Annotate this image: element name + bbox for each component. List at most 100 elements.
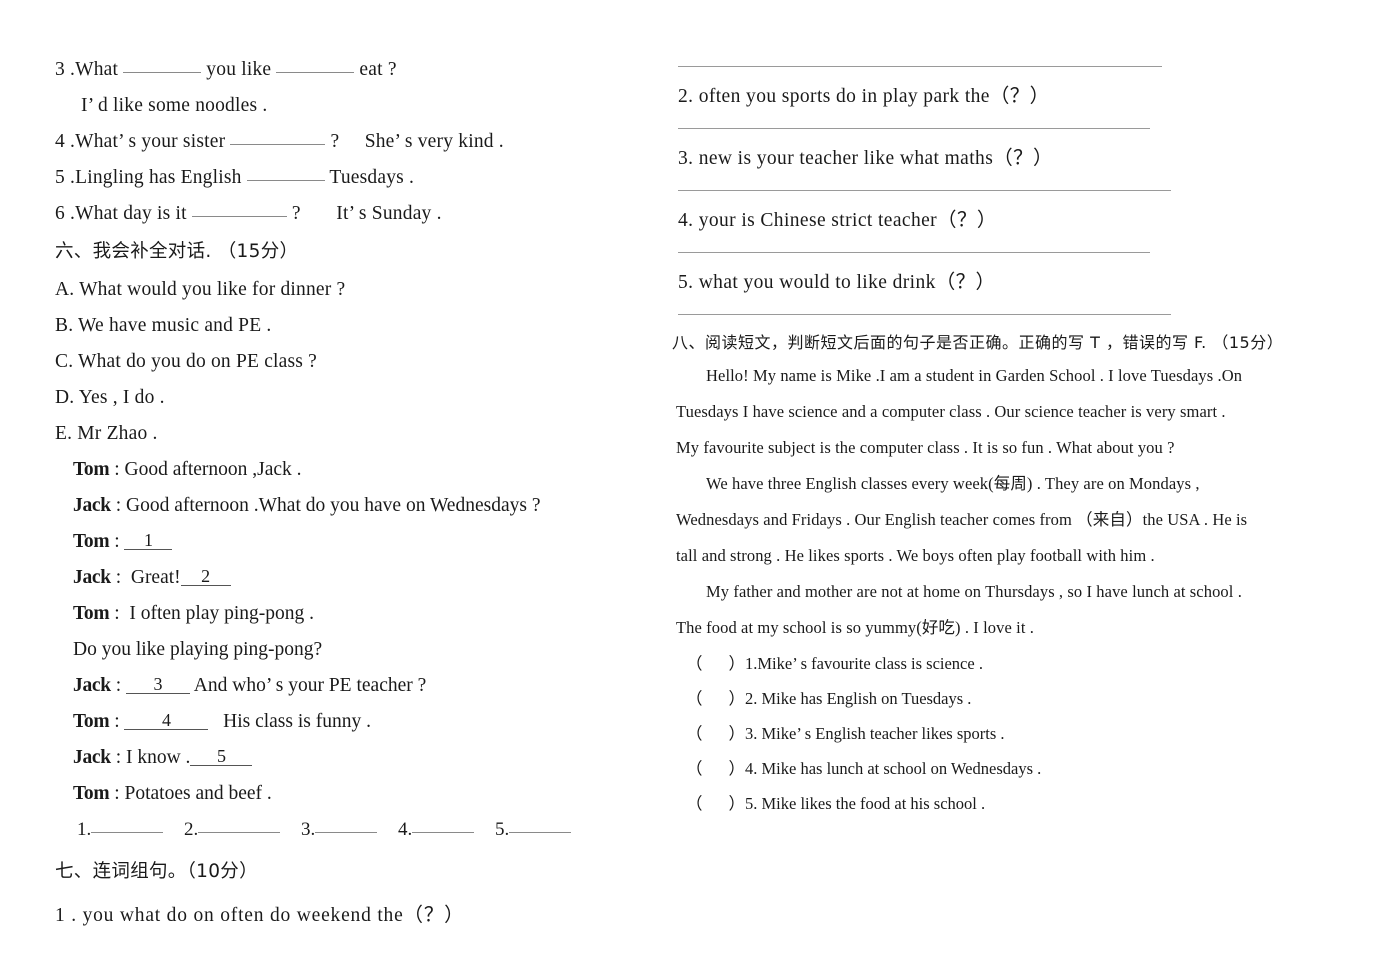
dialogue-answer-row: 1. 2. 3. 4. 5. xyxy=(55,812,650,848)
dialogue-speaker: Tom xyxy=(73,783,110,804)
item-6-text-after: ? xyxy=(291,203,301,224)
tf-close-paren: ） xyxy=(728,724,746,743)
dialogue-speaker: Tom xyxy=(73,459,110,480)
dialogue-blank-4[interactable]: 4 xyxy=(124,711,209,730)
answer-slot-label: 1. xyxy=(77,819,92,840)
answer-slot-label: 2. xyxy=(184,819,199,840)
dialogue-text: Good afternoon .What do you have on Wedn… xyxy=(125,495,541,516)
passage-line: My father and mother are not at home on … xyxy=(706,582,1242,601)
tf-statement: 5. Mike likes the food at his school . xyxy=(745,794,986,813)
word-order-item-3: 3. new is your teacher like what maths（？… xyxy=(678,148,1053,169)
dialogue-blank-5[interactable]: 5 xyxy=(190,747,253,766)
dialogue-blank-2[interactable]: 2 xyxy=(180,567,231,586)
dialogue-text: Do you like playing ping-pong? xyxy=(73,639,323,660)
section-six-option-e: E. Mr Zhao . xyxy=(55,423,158,444)
dialogue-text: And who’ s your PE teacher ? xyxy=(193,675,427,696)
dialogue-speaker: Jack xyxy=(73,567,111,588)
dialogue-colon: : xyxy=(114,531,120,552)
passage-line: My favourite subject is the computer cla… xyxy=(676,438,1175,457)
answer-slot-1[interactable] xyxy=(91,818,164,833)
answer-rule-1[interactable] xyxy=(678,66,1162,67)
dialogue-speaker: Tom xyxy=(73,603,110,624)
dialogue-blank-3[interactable]: 3 xyxy=(125,675,190,694)
passage-line: Wednesdays and Fridays . Our English tea… xyxy=(676,510,1248,529)
item-6-text-before: 6 .What day is it xyxy=(55,203,187,224)
dialogue-speaker: Jack xyxy=(73,747,111,768)
word-order-item-2: 2. often you sports do in play park the（… xyxy=(678,86,1050,107)
fill-in-item-3: 3 .What you like eat ? xyxy=(55,52,650,88)
right-column: 2. often you sports do in play park the（… xyxy=(660,52,1376,821)
section-six-option-c: C. What do you do on PE class ? xyxy=(55,351,318,372)
dialogue-text: I know . xyxy=(125,747,191,768)
passage-line: Hello! My name is Mike .I am a student i… xyxy=(706,366,1243,385)
dialogue-line: Tom : I often play ping-pong . xyxy=(55,596,650,632)
passage-line: Tuesdays I have science and a computer c… xyxy=(676,402,1226,421)
item-4-blank[interactable] xyxy=(230,130,326,145)
tf-close-paren: ） xyxy=(728,654,746,673)
item-6-blank[interactable] xyxy=(191,202,287,217)
word-order-item-5: 5. what you would to like drink（？） xyxy=(678,272,996,293)
item-5-text-before: 5 .Lingling has English xyxy=(55,167,242,188)
tf-statement: 4. Mike has lunch at school on Wednesday… xyxy=(745,759,1042,778)
tf-statement: 1.Mike’ s favourite class is science . xyxy=(745,654,983,673)
dialogue-colon: : xyxy=(115,567,122,588)
dialogue-speaker: Tom xyxy=(73,711,110,732)
tf-open-paren: （ xyxy=(686,724,703,743)
dialogue-colon: : xyxy=(114,459,120,480)
tf-close-paren: ） xyxy=(728,794,746,813)
answer-rule-2[interactable] xyxy=(678,128,1150,129)
true-false-item: （ ）4. Mike has lunch at school on Wednesd… xyxy=(668,751,1316,786)
answer-slot-4[interactable] xyxy=(412,818,475,833)
tf-open-paren: （ xyxy=(686,689,703,708)
exam-worksheet-page: 3 .What you like eat ? I’ d like some no… xyxy=(0,0,1376,971)
item-3-blank-2[interactable] xyxy=(276,58,355,73)
true-false-item: （ ）3. Mike’ s English teacher likes sport… xyxy=(668,716,1316,751)
dialogue-speaker: Tom xyxy=(73,531,110,552)
dialogue-line: Tom : Potatoes and beef . xyxy=(55,776,650,812)
item-5-blank[interactable] xyxy=(246,166,325,181)
item-4-response: She’ s very kind . xyxy=(364,131,504,152)
item-3-part-1: 3 .What xyxy=(55,59,119,80)
dialogue-line-continuation: Do you like playing ping-pong? xyxy=(55,632,650,668)
word-order-item-4: 4. your is Chinese strict teacher（？） xyxy=(678,210,997,231)
section-six-heading: 六、我会补全对话. （15分） xyxy=(55,241,299,262)
answer-slot-5[interactable] xyxy=(509,818,572,833)
item-3-blank-1[interactable] xyxy=(123,58,202,73)
dialogue-colon: : xyxy=(114,711,120,732)
reading-passage: Hello! My name is Mike .I am a student i… xyxy=(668,358,1316,646)
dialogue-text: Great! xyxy=(130,567,181,588)
tf-statement: 2. Mike has English on Tuesdays . xyxy=(745,689,972,708)
tf-statement: 3. Mike’ s English teacher likes sports … xyxy=(745,724,1005,743)
item-4-text-before: 4 .What’ s your sister xyxy=(55,131,226,152)
true-false-item: （ ）5. Mike likes the food at his school . xyxy=(668,786,1316,821)
dialogue-blank-1[interactable]: 1 xyxy=(124,531,173,550)
passage-line: tall and strong . He likes sports . We b… xyxy=(676,546,1155,565)
dialogue-line: Jack : I know .5 xyxy=(55,740,650,776)
left-column: 3 .What you like eat ? I’ d like some no… xyxy=(0,52,660,934)
tf-open-paren: （ xyxy=(686,794,703,813)
true-false-item: （ ）1.Mike’ s favourite class is science . xyxy=(668,646,1316,681)
answer-slot-2[interactable] xyxy=(198,818,281,833)
item-4-text-after: ? xyxy=(330,131,340,152)
dialogue-speaker: Jack xyxy=(73,495,111,516)
true-false-item: （ ）2. Mike has English on Tuesdays . xyxy=(668,681,1316,716)
tf-close-paren: ） xyxy=(728,689,746,708)
word-order-item-1: 1 . you what do on often do weekend the（… xyxy=(55,905,465,926)
item-3-answer: I’ d like some noodles . xyxy=(81,95,268,116)
answer-rule-5[interactable] xyxy=(678,314,1171,315)
answer-rule-3[interactable] xyxy=(678,190,1171,191)
tf-open-paren: （ xyxy=(686,654,703,673)
answer-rule-4[interactable] xyxy=(678,252,1150,253)
dialogue-colon: : xyxy=(115,675,122,696)
dialogue-text: Good afternoon ,Jack . xyxy=(124,459,302,480)
dialogue-colon: : xyxy=(115,747,122,768)
dialogue-line: Tom : 1 xyxy=(55,524,650,560)
answer-slot-3[interactable] xyxy=(315,818,378,833)
dialogue-colon: : xyxy=(114,603,120,624)
dialogue-line: Tom : Good afternoon ,Jack . xyxy=(55,452,650,488)
fill-in-item-5: 5 .Lingling has English Tuesdays . xyxy=(55,160,650,196)
dialogue-colon: : xyxy=(115,495,122,516)
dialogue-colon: : xyxy=(114,783,120,804)
passage-line: The food at my school is so yummy(好吃) . … xyxy=(676,618,1034,637)
item-3-part-3: eat ? xyxy=(359,59,397,80)
